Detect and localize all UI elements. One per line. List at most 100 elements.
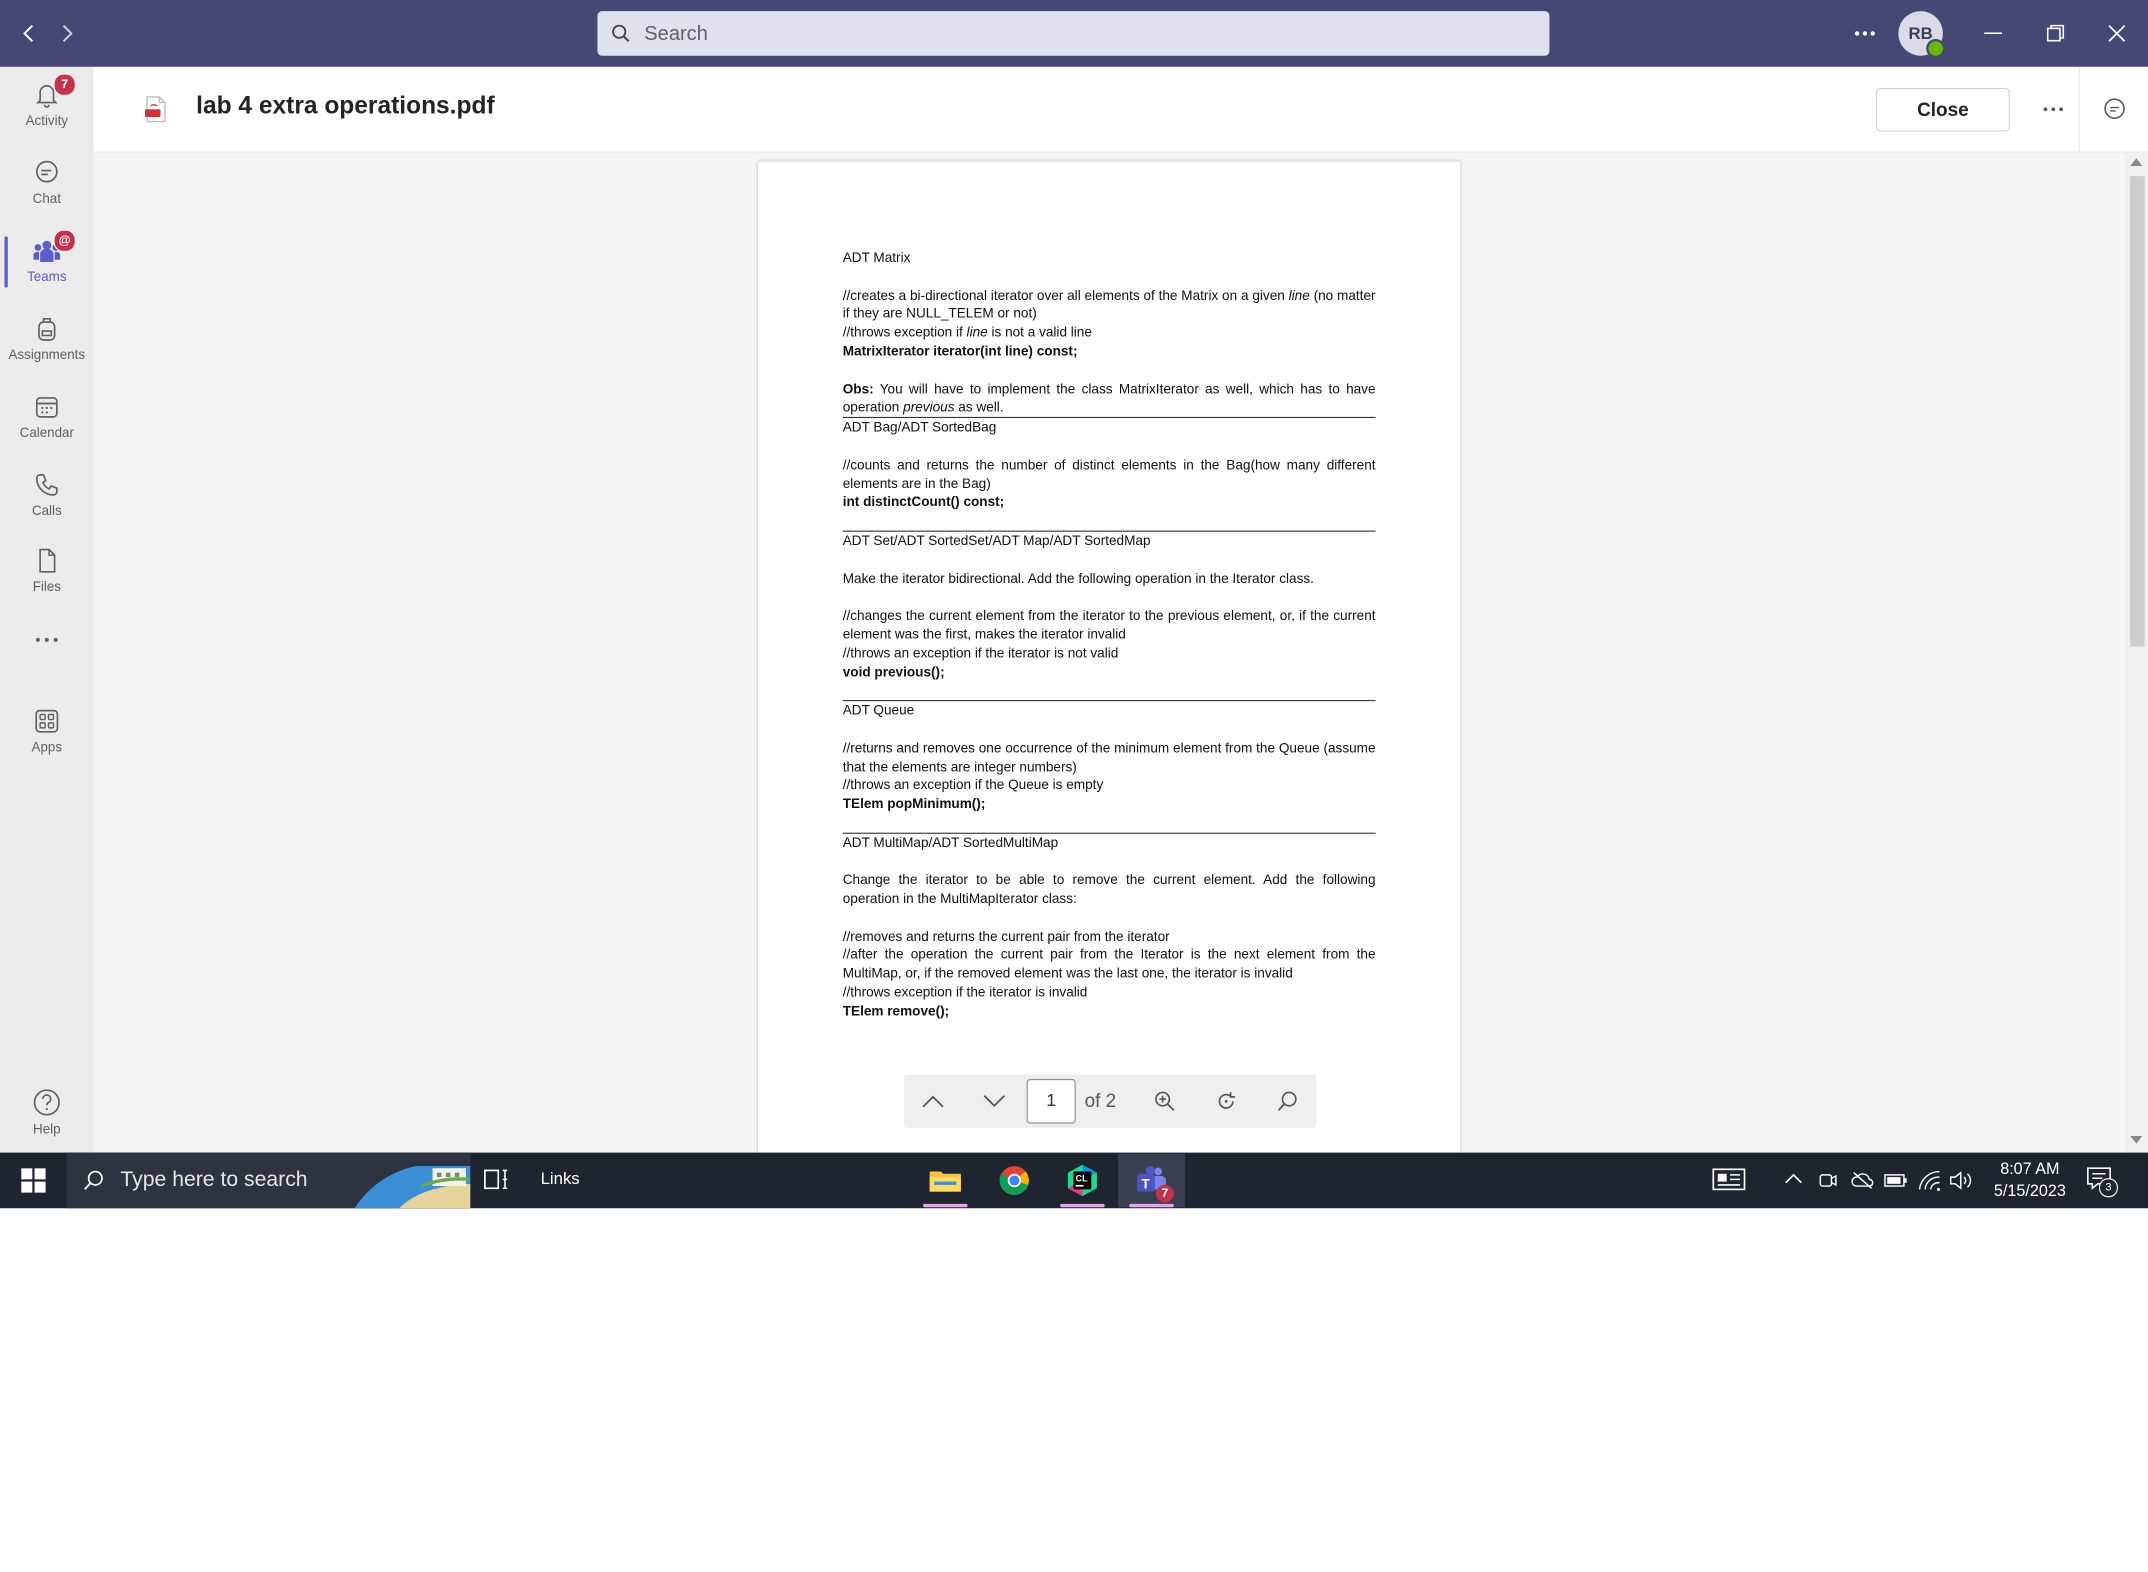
folder-icon	[929, 1171, 961, 1192]
battery-icon[interactable]	[1884, 1172, 1909, 1190]
rail-item-apps[interactable]: Apps	[0, 696, 94, 767]
title-bar: RB	[0, 0, 2148, 67]
rotate-icon	[1218, 1092, 1236, 1109]
find-button[interactable]	[1270, 1083, 1306, 1119]
backpack-icon	[38, 318, 56, 341]
chat-icon	[2104, 98, 2125, 119]
rail-item-help[interactable]: Help	[0, 1077, 94, 1148]
page-toolbar: of 2	[904, 1074, 1317, 1129]
file-options-button[interactable]	[2033, 87, 2073, 132]
chevron-right-icon	[62, 24, 73, 42]
scroll-down-arrow-icon[interactable]	[2130, 1135, 2143, 1144]
rail-item-chat[interactable]: Chat	[0, 147, 94, 218]
avatar[interactable]: RB	[1898, 11, 1946, 58]
doc-paragraph: //throws an exception if the Queue is em…	[842, 777, 1104, 793]
scrollbar-thumb[interactable]	[2130, 176, 2145, 647]
pdf-file-icon	[144, 96, 166, 123]
search-highlight-image	[354, 1165, 471, 1209]
onedrive-offline-icon[interactable]	[1850, 1169, 1875, 1191]
clion-icon: CL	[1067, 1164, 1097, 1197]
method-signature: int distinctCount() const;	[842, 494, 1005, 510]
zoom-in-button[interactable]	[1147, 1083, 1183, 1119]
section-title: ADT Queue	[842, 702, 915, 719]
forward-button[interactable]	[49, 16, 85, 52]
minimize-icon	[1984, 32, 2003, 34]
teams-taskbar-button[interactable]: T 7	[1118, 1153, 1185, 1208]
start-button[interactable]	[0, 1153, 67, 1209]
taskbar-search-placeholder: Type here to search	[120, 1168, 308, 1192]
rail-item-calls[interactable]: Calls	[0, 459, 94, 530]
zoom-in-icon	[1155, 1091, 1175, 1111]
running-indicator	[922, 1203, 968, 1208]
chrome-taskbar-button[interactable]	[981, 1154, 1048, 1208]
doc-paragraph: //removes and returns the current pair f…	[842, 928, 1170, 944]
more-options-button[interactable]	[1843, 11, 1888, 56]
close-button[interactable]: Close	[1876, 88, 2010, 132]
restore-button[interactable]	[2033, 11, 2078, 56]
pdf-viewer[interactable]: ADT Matrix //creates a bi-directional it…	[93, 152, 2148, 1165]
meet-now-icon[interactable]	[1819, 1169, 1837, 1191]
close-icon	[2108, 25, 2126, 42]
minimize-button[interactable]	[1971, 11, 2016, 56]
search-icon	[84, 1170, 103, 1191]
wifi-icon[interactable]	[1917, 1169, 1942, 1191]
section-title: ADT MultiMap/ADT SortedMultiMap	[842, 834, 1059, 851]
links-toolbar[interactable]: Links	[541, 1169, 580, 1188]
back-button[interactable]	[11, 16, 47, 52]
windows-logo-icon	[21, 1168, 46, 1193]
page-number-input[interactable]	[1026, 1079, 1076, 1124]
clock-date: 5/15/2023	[1993, 1182, 2066, 1201]
file-header: lab 4 extra operations.pdf Close	[93, 66, 2148, 153]
more-icon	[2043, 107, 2063, 112]
clion-taskbar-button[interactable]: CL	[1049, 1154, 1116, 1208]
rotate-button[interactable]	[1208, 1083, 1244, 1119]
next-page-button[interactable]	[976, 1083, 1012, 1119]
presence-available-icon	[1926, 39, 1946, 58]
doc-paragraph: //creates a bi-directional iterator over…	[842, 287, 1376, 322]
help-icon	[33, 1089, 60, 1116]
method-signature: TElem remove();	[842, 1003, 950, 1019]
running-indicator	[1129, 1203, 1174, 1208]
rail-item-teams[interactable]: @ Teams	[0, 225, 94, 296]
activity-badge: 7	[53, 73, 76, 96]
file-explorer-taskbar-button[interactable]	[912, 1154, 979, 1208]
show-hidden-icons-button[interactable]	[1785, 1168, 1803, 1196]
taskbar-search[interactable]: Type here to search	[66, 1152, 471, 1209]
doc-paragraph: //throws exception if line is not a vali…	[842, 324, 1092, 341]
divider	[2078, 66, 2081, 152]
more-apps-button[interactable]	[0, 618, 94, 663]
pdf-page: ADT Matrix //creates a bi-directional it…	[757, 161, 1461, 1165]
calendar-icon	[35, 397, 58, 418]
rail-item-files[interactable]: Files	[0, 535, 94, 606]
doc-paragraph: //throws an exception if the iterator is…	[842, 645, 1119, 661]
close-window-button[interactable]	[2095, 11, 2140, 56]
running-indicator	[1060, 1203, 1105, 1208]
notification-count: 3	[2098, 1178, 2118, 1198]
apps-icon	[35, 709, 59, 733]
chevron-up-icon	[1785, 1173, 1802, 1184]
chevron-down-icon	[983, 1095, 1005, 1108]
scroll-up-arrow-icon[interactable]	[2130, 158, 2143, 167]
rail-item-calendar[interactable]: Calendar	[0, 381, 94, 452]
task-view-button[interactable]	[482, 1166, 513, 1195]
chrome-icon	[999, 1165, 1029, 1196]
rail-label: Calls	[31, 502, 62, 519]
vertical-scrollbar[interactable]	[2124, 152, 2148, 1153]
teams-taskbar-badge: 7	[1155, 1184, 1174, 1203]
conversation-button[interactable]	[2092, 87, 2137, 132]
rail-item-assignments[interactable]: Assignments	[0, 303, 94, 374]
search-box[interactable]	[597, 11, 1550, 56]
chevron-up-icon	[922, 1095, 944, 1108]
chat-icon	[35, 160, 58, 183]
news-widget-button[interactable]	[1712, 1166, 1746, 1198]
notification-center-button[interactable]: 3	[2084, 1164, 2120, 1198]
method-signature: MatrixIterator iterator(int line) const;	[842, 343, 1078, 359]
svg-text:T: T	[1141, 1176, 1150, 1191]
news-icon	[1712, 1168, 1746, 1191]
volume-icon[interactable]	[1948, 1169, 1973, 1191]
rail-item-activity[interactable]: 7 Activity	[0, 69, 94, 140]
previous-page-button[interactable]	[915, 1083, 951, 1119]
clock[interactable]: 8:07 AM 5/15/2023	[1985, 1158, 2074, 1203]
search-input[interactable]	[642, 20, 1516, 47]
rail-label: Chat	[32, 190, 61, 207]
